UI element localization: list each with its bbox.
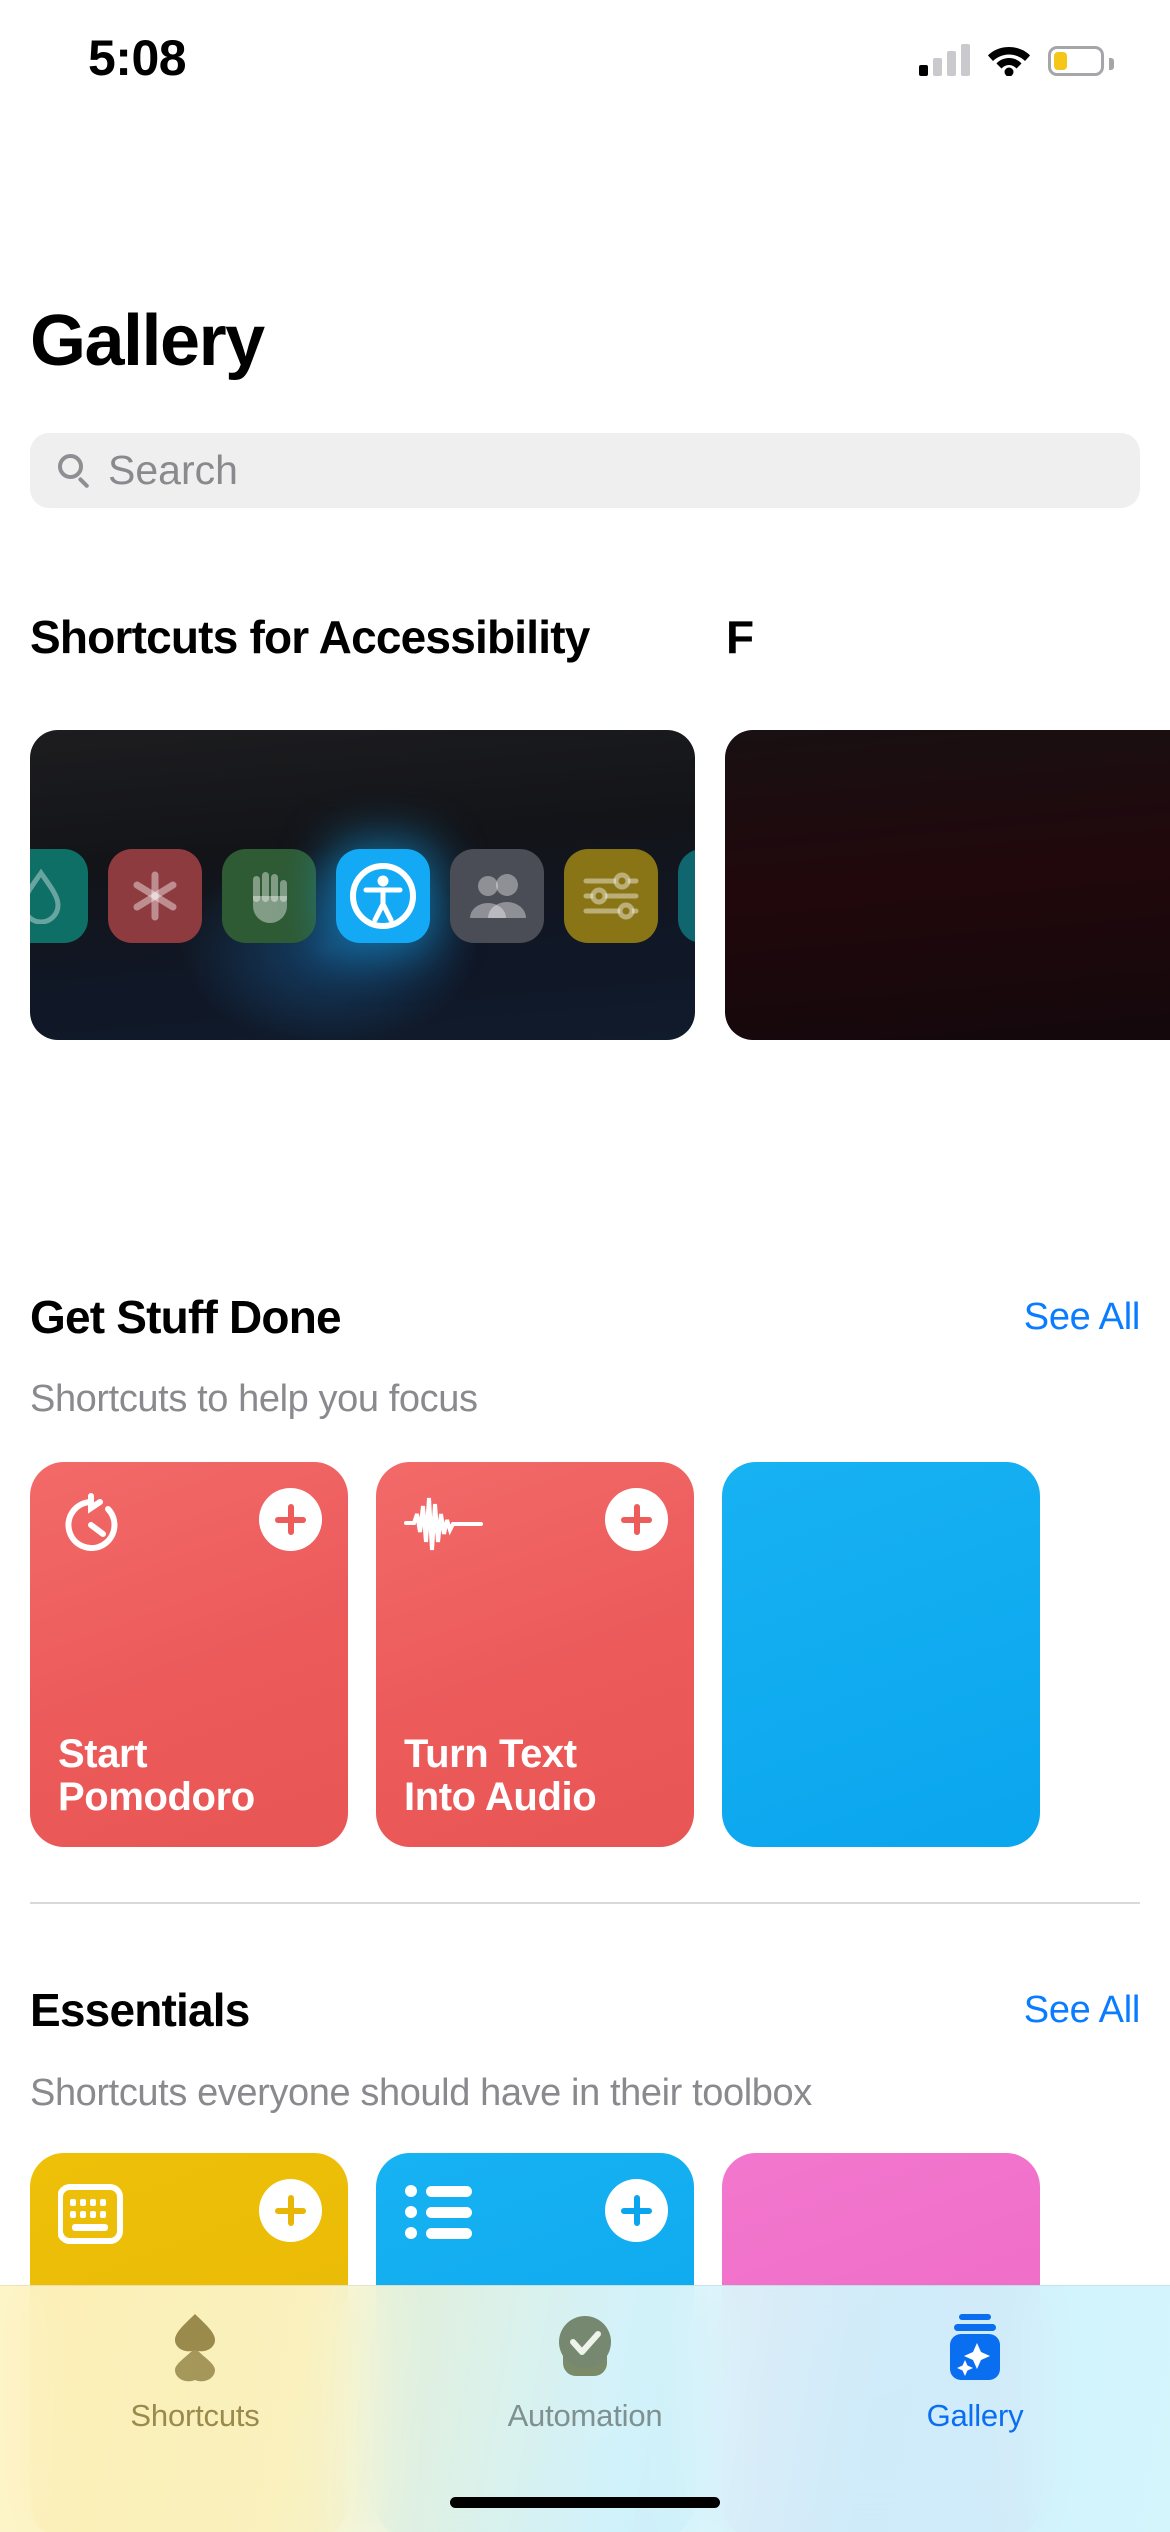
sparkle-icon <box>678 849 695 943</box>
section-title-get-stuff-done: Get Stuff Done <box>30 1291 342 1343</box>
section-subtitle-essentials: Shortcuts everyone should have in their … <box>30 2072 812 2114</box>
hand-raised-icon <box>222 849 316 943</box>
battery-low-icon <box>1048 46 1114 76</box>
add-icon[interactable] <box>605 1488 668 1551</box>
tab-shortcuts[interactable]: Shortcuts <box>0 2286 390 2466</box>
drop-icon <box>30 849 88 943</box>
search-icon <box>58 453 92 489</box>
people-icon <box>450 849 544 943</box>
cellular-signal-icon <box>919 42 970 76</box>
home-indicator[interactable] <box>450 2497 720 2508</box>
add-icon[interactable] <box>605 2179 668 2242</box>
status-bar-time: 5:08 <box>88 30 187 86</box>
status-bar-indicators <box>919 34 1114 77</box>
sliders-icon <box>564 849 658 943</box>
shortcuts-gallery-screen: 5:08 Gallery Search Shortcuts for Access… <box>0 0 1170 2532</box>
tab-label-gallery: Gallery <box>926 2398 1024 2433</box>
gallery-icon <box>939 2310 1011 2386</box>
shortcuts-icon <box>159 2310 231 2386</box>
section-title-next-peek: F <box>726 611 755 663</box>
search-input[interactable]: Search <box>30 433 1140 508</box>
list-icon <box>404 2183 482 2245</box>
timer-icon <box>58 1492 136 1554</box>
shortcut-card-label: Turn Text Into Audio <box>404 1731 597 1819</box>
section-title-accessibility: Shortcuts for Accessibility <box>30 611 590 663</box>
banner-icon-row <box>30 849 695 943</box>
tab-label-shortcuts: Shortcuts <box>130 2398 260 2433</box>
shortcut-card-turn-text-into-audio[interactable]: Turn Text Into Audio <box>376 1462 694 1847</box>
waveform-icon <box>404 1492 483 1554</box>
add-icon[interactable] <box>259 1488 322 1551</box>
status-bar: 5:08 <box>0 0 1170 125</box>
automation-icon <box>549 2310 621 2386</box>
accessibility-banner-card[interactable] <box>30 730 695 1040</box>
add-icon[interactable] <box>259 2179 322 2242</box>
accessibility-icon <box>336 849 430 943</box>
search-placeholder: Search <box>108 447 238 493</box>
next-banner-card-peek[interactable] <box>725 730 1170 1040</box>
see-all-get-stuff-done[interactable]: See All <box>1024 1296 1141 1339</box>
section-subtitle-get-stuff-done: Shortcuts to help you focus <box>30 1378 478 1420</box>
tab-automation[interactable]: Automation <box>390 2286 780 2466</box>
see-all-essentials[interactable]: See All <box>1024 1989 1141 2032</box>
keyboard-icon <box>57 2183 136 2245</box>
tab-gallery[interactable]: Gallery <box>780 2286 1170 2466</box>
shortcut-card-start-pomodoro[interactable]: Start Pomodoro <box>30 1462 348 1847</box>
section-title-essentials: Essentials <box>30 1984 250 2036</box>
medical-asterisk-icon <box>108 849 202 943</box>
shortcut-card-peek[interactable] <box>722 1462 1040 1847</box>
page-title: Gallery <box>30 301 265 381</box>
section-divider <box>30 1902 1140 1904</box>
wifi-icon <box>987 42 1031 77</box>
tab-bar: Shortcuts Automation Gallery <box>0 2285 1170 2532</box>
tab-label-automation: Automation <box>507 2398 663 2433</box>
shortcut-card-label: Start Pomodoro <box>58 1731 255 1819</box>
